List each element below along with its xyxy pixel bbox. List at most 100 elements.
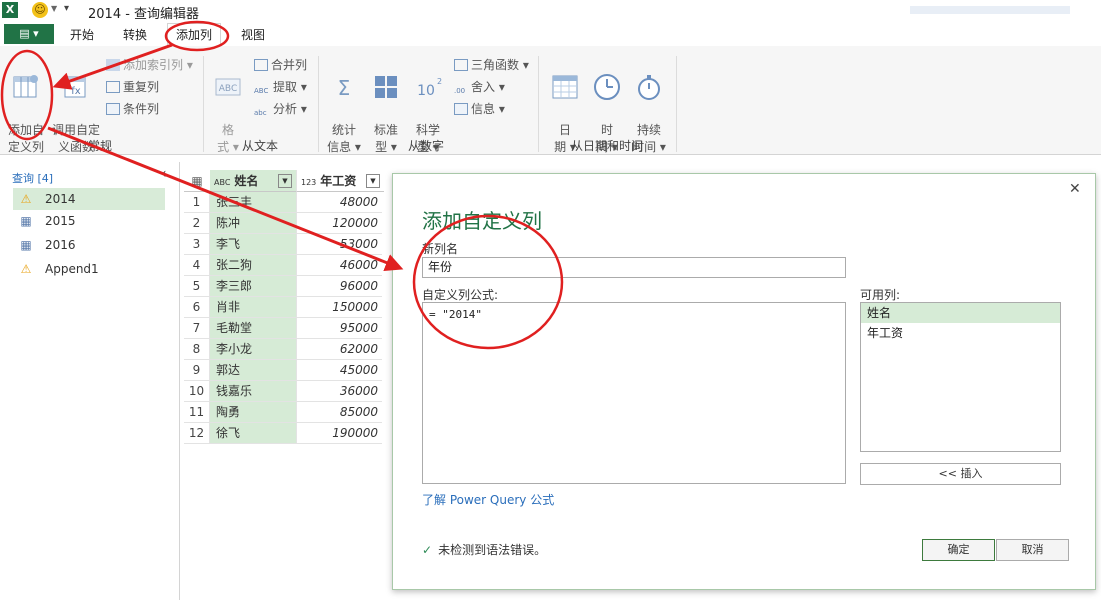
cell-salary[interactable]: 48000 [296,192,382,213]
tab-transform[interactable]: 转换 [123,26,147,43]
cell-name[interactable]: 陈冲 [210,213,296,234]
column-header-salary[interactable]: 123 年工资 ▼ [296,170,384,192]
information-button[interactable]: 信息 ▾ [454,100,505,117]
table-icon: ▦ [20,238,32,252]
row-number[interactable]: 11 [184,402,210,423]
tab-home[interactable]: 开始 [70,26,94,43]
collapse-chevron-icon[interactable]: ‹ [161,166,167,182]
merge-icon [254,59,268,71]
available-column-item[interactable]: 年工资 [861,323,1060,343]
row-number[interactable]: 10 [184,381,210,402]
cell-name[interactable]: 徐飞 [210,423,296,444]
group-label-datetime: 从日期和时间 [571,139,644,153]
available-column-item[interactable]: 姓名 [861,303,1060,323]
query-item[interactable]: ⚠ 2014 [13,188,165,210]
cell-name[interactable]: 肖非 [210,297,296,318]
statistics-button[interactable]: Σ 统计 信息 ▾ [326,56,362,156]
parse-button[interactable]: abc 分析 ▾ [254,100,307,121]
row-number[interactable]: 12 [184,423,210,444]
format-button[interactable]: ABC 格 式 ▾ [210,56,246,156]
query-item[interactable]: ▦ 2016 [13,234,165,256]
rounding-button[interactable]: .00 舍入 ▾ [454,78,505,99]
merge-columns-button[interactable]: 合并列 [254,56,307,73]
cell-name[interactable]: 李小龙 [210,339,296,360]
cell-name[interactable]: 陶勇 [210,402,296,423]
conditional-column-button[interactable]: 条件列 [106,100,159,117]
row-number[interactable]: 3 [184,234,210,255]
standard-button[interactable]: 标准 型 ▾ [368,56,404,156]
cell-salary[interactable]: 85000 [296,402,382,423]
file-menu-button[interactable]: ▤ ▾ [4,24,54,44]
cell-salary[interactable]: 95000 [296,318,382,339]
row-number[interactable]: 6 [184,297,210,318]
row-number[interactable]: 8 [184,339,210,360]
warning-icon: ⚠ [20,262,32,276]
query-name: Append1 [45,262,99,276]
ribbon-tabs [0,22,1101,47]
smiley-icon[interactable]: ☺ [32,2,48,18]
query-name: 2015 [45,214,76,228]
insert-button[interactable]: << 插入 [860,463,1061,485]
row-number[interactable]: 5 [184,276,210,297]
number-type-icon[interactable]: 123 [301,178,316,187]
new-column-name-input[interactable]: 年份 [422,257,846,278]
cell-name[interactable]: 张三丰 [210,192,296,213]
cell-name[interactable]: 李飞 [210,234,296,255]
text-type-icon[interactable]: ABC [214,178,230,187]
quick-access-dropdown-icon[interactable]: ▾ [64,3,69,14]
extract-abc-icon: ABC [254,87,269,95]
smiley-dropdown-icon[interactable]: ▼ [51,4,57,13]
row-number[interactable]: 4 [184,255,210,276]
trigonometry-button[interactable]: 三角函数 ▾ [454,56,529,73]
cell-name[interactable]: 钱嘉乐 [210,381,296,402]
tab-add-column[interactable]: 添加列 [167,23,222,48]
row-number[interactable]: 1 [184,192,210,213]
round-icon: .00 [454,87,466,95]
cell-name[interactable]: 张二狗 [210,255,296,276]
cell-salary[interactable]: 120000 [296,213,382,234]
cell-salary[interactable]: 36000 [296,381,382,402]
add-custom-column-button[interactable]: 添加自 定义列 [6,56,46,156]
date-label: 日 期 [554,123,571,154]
cell-name[interactable]: 李三郎 [210,276,296,297]
extract-button[interactable]: ABC 提取 ▾ [254,78,307,99]
cell-salary[interactable]: 45000 [296,360,382,381]
add-index-column-button[interactable]: 添加索引列 ▾ [106,56,193,73]
cell-salary[interactable]: 96000 [296,276,382,297]
add-custom-column-label: 添加自 定义列 [7,123,44,154]
tab-view[interactable]: 视图 [241,26,265,43]
operators-icon [375,76,397,98]
duplicate-column-button[interactable]: 重复列 [106,78,159,95]
cell-salary[interactable]: 46000 [296,255,382,276]
query-name: 2014 [45,192,76,206]
query-item[interactable]: ⚠ Append1 [13,258,165,280]
close-icon[interactable]: ✕ [1069,181,1081,197]
filter-dropdown-icon[interactable]: ▼ [278,174,292,188]
cell-salary[interactable]: 62000 [296,339,382,360]
cell-salary[interactable]: 53000 [296,234,382,255]
cell-salary[interactable]: 190000 [296,423,382,444]
learn-formulas-link[interactable]: 了解 Power Query 公式 [422,491,554,508]
column-header-name[interactable]: ABC 姓名 ▼ [210,170,296,192]
grid-corner-table-icon[interactable]: ▦ [184,170,210,192]
cell-name[interactable]: 郭达 [210,360,296,381]
cell-name[interactable]: 毛勒堂 [210,318,296,339]
cell-salary[interactable]: 150000 [296,297,382,318]
column-header-label: 姓名 [234,174,259,188]
svg-text:2: 2 [437,77,442,86]
query-item[interactable]: ▦ 2015 [13,210,165,232]
parse-abc-icon: abc [254,109,267,117]
row-number[interactable]: 2 [184,213,210,234]
row-number[interactable]: 7 [184,318,210,339]
power-icon: 102 [417,77,442,99]
conditional-column-label: 条件列 [123,102,160,116]
row-number[interactable]: 9 [184,360,210,381]
filter-dropdown-icon[interactable]: ▼ [366,174,380,188]
syntax-status-text: 未检测到语法错误。 [438,543,547,557]
info-icon [454,103,468,115]
column-header-label: 年工资 [320,174,357,188]
cancel-button[interactable]: 取消 [996,539,1069,561]
ok-button[interactable]: 确定 [922,539,995,561]
formula-editor[interactable]: = "2014" [422,302,846,484]
trig-icon [454,59,468,71]
